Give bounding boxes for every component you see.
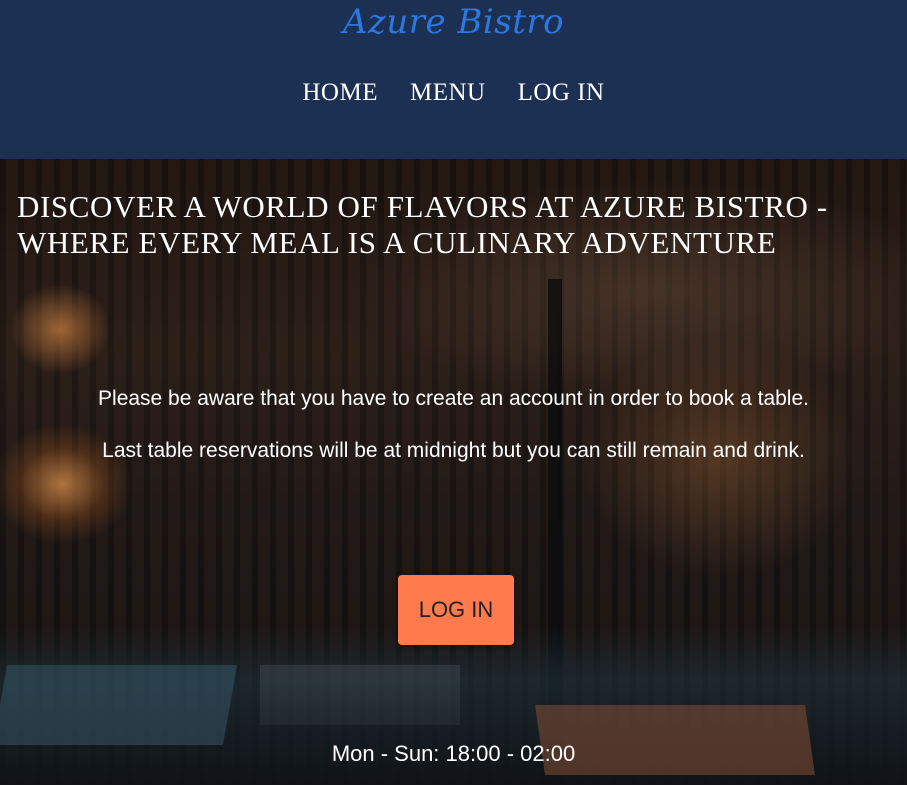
- nav-login[interactable]: LOG IN: [518, 79, 605, 107]
- hero-headline: DISCOVER A WORLD OF FLAVORS AT AZURE BIS…: [17, 189, 897, 261]
- main-nav: HOME MENU LOG IN: [0, 79, 907, 107]
- account-notice: Please be aware that you have to create …: [98, 387, 809, 410]
- nav-menu[interactable]: MENU: [410, 79, 486, 107]
- nav-home[interactable]: HOME: [302, 79, 378, 107]
- hero-headline-line2: WHERE EVERY MEAL IS A CULINARY ADVENTURE: [17, 225, 777, 260]
- brand-logo[interactable]: Azure Bistro: [0, 2, 907, 42]
- opening-hours: Mon - Sun: 18:00 - 02:00: [331, 741, 576, 766]
- hero-headline-line1: DISCOVER A WORLD OF FLAVORS AT AZURE BIS…: [17, 189, 828, 224]
- site-header: Azure Bistro HOME MENU LOG IN: [0, 0, 907, 159]
- login-button[interactable]: LOG IN: [398, 575, 514, 645]
- reservation-notice: Last table reservations will be at midni…: [102, 439, 805, 462]
